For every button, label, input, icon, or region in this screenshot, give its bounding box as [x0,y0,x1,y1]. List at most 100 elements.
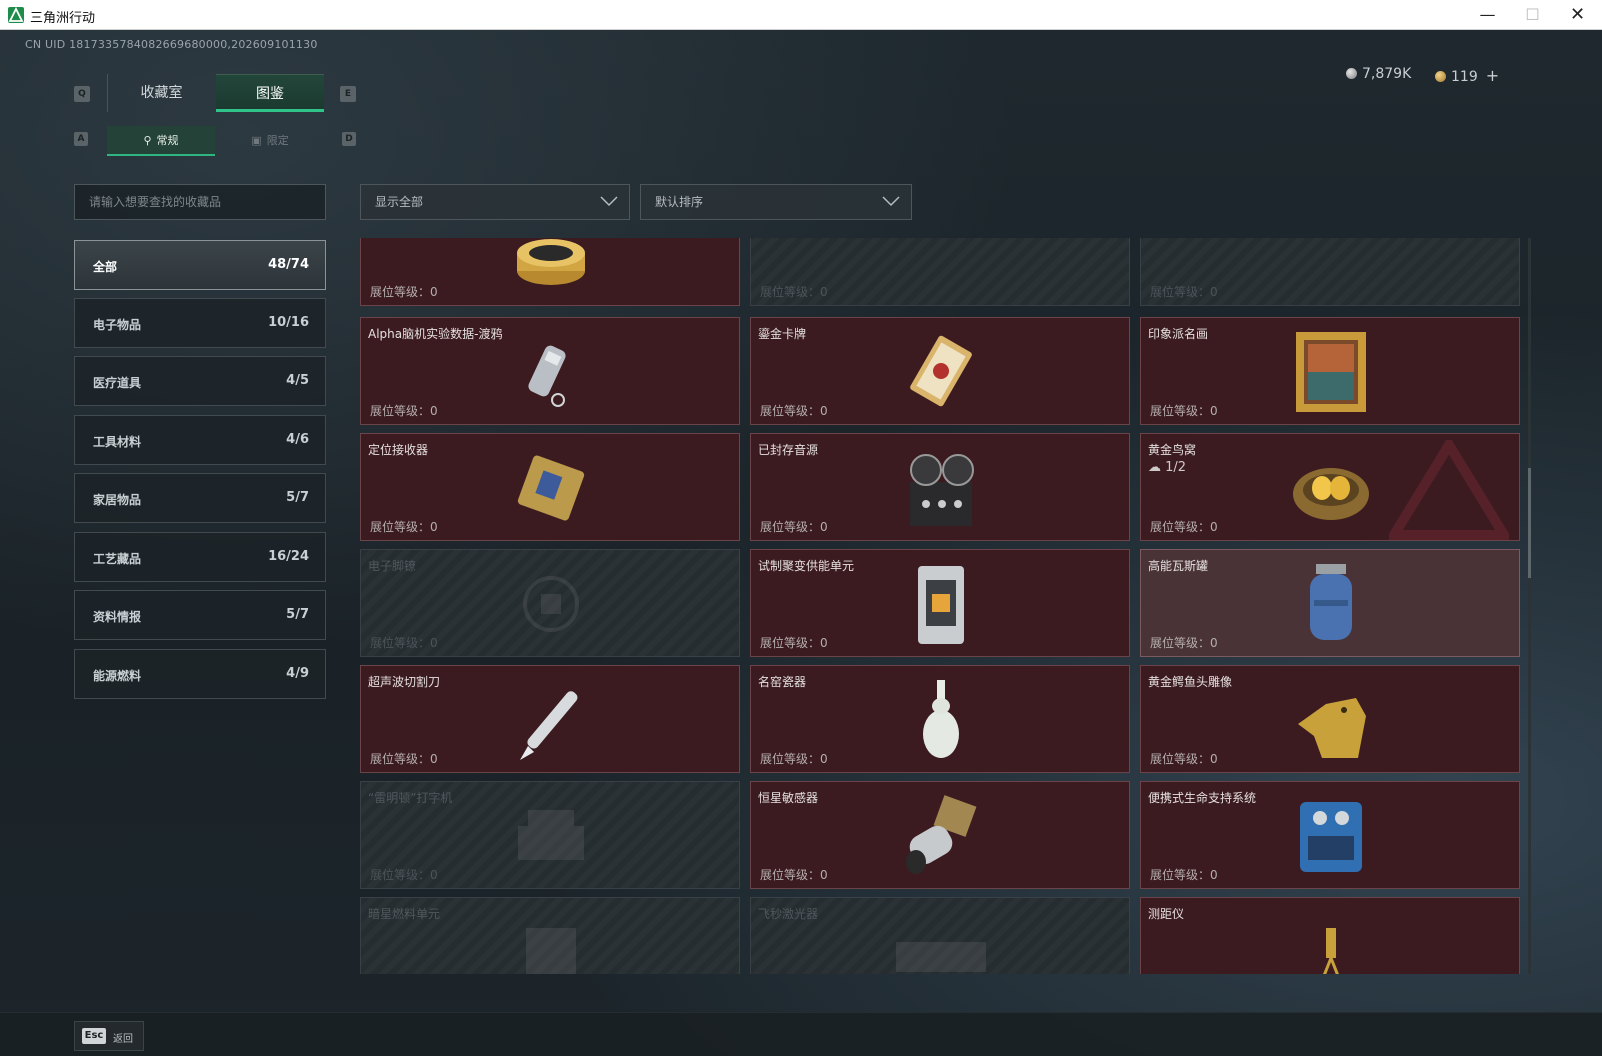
item-card[interactable]: 定位接收器 展位等级：0 [360,433,740,541]
item-card[interactable]: 便携式生命支持系统 展位等级：0 [1140,781,1520,889]
category-all[interactable]: 全部 48/74 [74,240,326,290]
item-name: 飞秒激光器 [758,907,819,921]
ankle-monitor-icon [523,576,579,632]
minimize-button[interactable]: — [1465,0,1510,30]
grid-scrollbar[interactable] [1528,238,1531,974]
category-household[interactable]: 家居物品 5/7 [74,473,326,523]
item-name: 暗星燃料单元 [368,907,441,921]
sort-dropdown[interactable]: 默认排序 [640,184,912,220]
fuel-unit-icon [526,928,576,974]
back-button[interactable]: Esc 返回 [74,1021,144,1051]
category-fuel[interactable]: 能源燃料 4/9 [74,649,326,699]
chevron-down-icon [600,196,618,207]
bird-icon: ☁ [1148,460,1161,475]
item-card[interactable]: 展位等级：0 [360,238,740,306]
item-level: 展位等级：0 [370,520,438,534]
category-medical[interactable]: 医疗道具 4/5 [74,356,326,406]
item-card[interactable]: 恒星敏感器 展位等级：0 [750,781,1130,889]
laser-icon [896,942,986,972]
item-name: 电子脚镣 [368,559,417,573]
tab-catalog[interactable]: 图鉴 [216,74,324,112]
star-sensor-icon [906,795,977,874]
category-label: 电子物品 [93,318,142,332]
key-hint-a: A [74,132,88,146]
category-label: 医疗道具 [93,376,142,390]
item-card[interactable]: 展位等级：0 [1140,238,1520,306]
subtab-regular[interactable]: ⚲ 常规 [107,126,215,156]
category-count: 10/16 [268,315,309,330]
gas-tank-icon [1310,564,1352,640]
item-card[interactable]: 展位等级：0 [750,238,1130,306]
item-name: 印象派名画 [1148,327,1209,341]
category-tools[interactable]: 工具材料 4/6 [74,415,326,465]
item-card[interactable]: 试制聚变供能单元 展位等级：0 [750,549,1130,657]
item-card[interactable]: 名窑瓷器 展位等级：0 [750,665,1130,773]
category-count: 5/7 [286,607,309,622]
item-level: 展位等级：0 [370,636,438,650]
item-card[interactable]: 飞秒激光器 [750,897,1130,974]
faction-watermark-icon [1389,440,1509,540]
category-label: 工艺藏品 [93,552,142,566]
add-currency-button[interactable]: + [1486,66,1499,85]
item-name: 测距仪 [1148,907,1185,921]
tab-collection-room[interactable]: 收藏室 [107,74,215,112]
reel-recorder-icon [910,454,974,526]
fusion-unit-icon [918,566,964,644]
key-hint-q: Q [74,86,90,102]
subtab-regular-label: 常规 [156,134,179,147]
item-level: 展位等级：0 [1150,404,1218,418]
item-name: Alpha脑机实验数据-渡鸦 [368,327,503,341]
item-card[interactable]: 鎏金卡牌 展位等级：0 [750,317,1130,425]
silver-amount: 7,879K [1362,66,1412,82]
search-input[interactable]: 请输入想要查找的收藏品 [74,184,326,220]
back-label: 返回 [113,1034,133,1045]
item-card[interactable]: 已封存音源 展位等级：0 [750,433,1130,541]
gold-amount: 119 [1451,69,1478,85]
filter-display-value: 显示全部 [375,195,424,209]
item-card[interactable]: 印象派名画 展位等级：0 [1140,317,1520,425]
item-level: 展位等级：0 [1150,520,1218,534]
game-area: CN UID 1817335784082669680000,2026091011… [0,30,1602,1056]
item-level: 展位等级：0 [1150,636,1218,650]
close-button[interactable]: ✕ [1555,0,1600,30]
subtab-limited[interactable]: ▣ 限定 [216,126,324,156]
item-level: 展位等级：0 [370,285,438,299]
category-electronics[interactable]: 电子物品 10/16 [74,298,326,348]
nest-progress-value: 1/2 [1165,460,1187,475]
item-card[interactable]: Alpha脑机实验数据-渡鸦 展位等级：0 [360,317,740,425]
category-intel[interactable]: 资料情报 5/7 [74,590,326,640]
item-level: 展位等级：0 [760,404,828,418]
item-level: 展位等级：0 [760,285,828,299]
item-name: 鎏金卡牌 [758,327,807,341]
item-card[interactable]: 黄金鳄鱼头雕像 展位等级：0 [1140,665,1520,773]
receiver-icon [517,455,585,521]
item-name: 定位接收器 [368,443,429,457]
item-name: 试制聚变供能单元 [758,559,855,573]
item-card[interactable]: 测距仪 [1140,897,1520,974]
scrollbar-thumb[interactable] [1528,468,1531,578]
pin-icon: ⚲ [143,134,152,147]
item-level: 展位等级：0 [1150,868,1218,882]
item-level: 展位等级：0 [760,520,828,534]
item-card[interactable]: 超声波切割刀 展位等级：0 [360,665,740,773]
item-card[interactable]: “雷明顿”打字机 展位等级：0 [360,781,740,889]
item-card[interactable]: 暗星燃料单元 [360,897,740,974]
esc-key-hint: Esc [82,1028,106,1044]
croc-statue-icon [1298,698,1366,758]
porcelain-vase-icon [923,680,959,758]
maximize-button[interactable]: ☐ [1510,0,1555,30]
gold-currency: 119 + [1435,66,1499,85]
category-crafts[interactable]: 工艺藏品 16/24 [74,532,326,582]
window-titlebar: 三角洲行动 — ☐ ✕ [0,0,1602,30]
category-label: 工具材料 [93,435,142,449]
caviar-tin-icon [517,239,585,285]
category-count: 4/9 [286,666,309,681]
category-label: 家居物品 [93,493,142,507]
item-card[interactable]: 高能瓦斯罐 展位等级：0 [1140,549,1520,657]
item-level: 展位等级：0 [370,404,438,418]
data-drive-icon [528,345,566,407]
item-card[interactable]: 黄金鸟窝 ☁ 1/2 展位等级：0 [1140,433,1520,541]
item-card[interactable]: 电子脚镣 展位等级：0 [360,549,740,657]
main-tabs: 收藏室 图鉴 [107,74,324,112]
filter-display-dropdown[interactable]: 显示全部 [360,184,630,220]
